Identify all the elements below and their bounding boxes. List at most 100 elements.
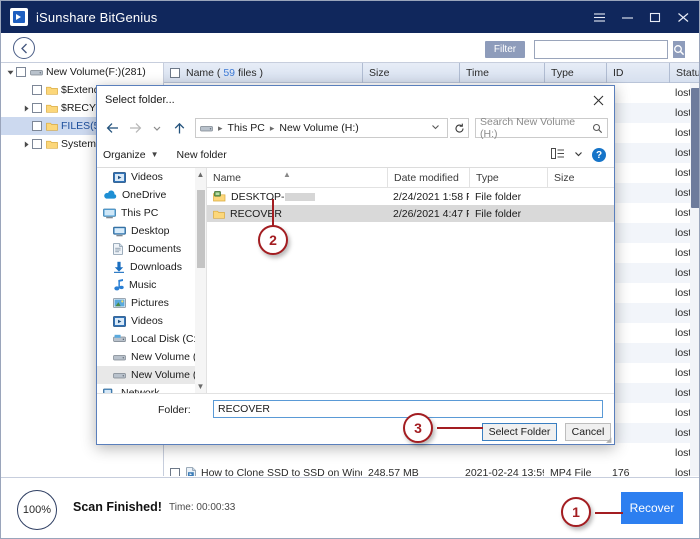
marker-2: 2 [258, 225, 288, 255]
drive-icon [30, 68, 43, 77]
breadcrumb-item-1[interactable]: New Volume (H:) [279, 122, 358, 134]
tree-item-checkbox[interactable] [32, 103, 42, 113]
nav-item-label: Local Disk (C:) [131, 333, 200, 345]
nav-item-2[interactable]: This PC [97, 204, 206, 222]
tree-item-checkbox[interactable] [32, 139, 42, 149]
scroll-down-icon[interactable]: ▼ [197, 382, 205, 391]
dialog-nav-pane: VideosOneDriveThis PCDesktopDocumentsDow… [97, 168, 207, 393]
close-icon[interactable] [669, 1, 697, 33]
documents-icon [113, 243, 123, 255]
onedrive-icon [103, 190, 117, 200]
table-row[interactable]: How to Clone SSD to SSD on Windows.mp424… [164, 463, 700, 476]
organize-menu[interactable]: Organize ▼ [103, 149, 159, 161]
video-file-icon [186, 467, 196, 476]
file-list-header: Name ▲ Date modified Type Size [207, 168, 615, 188]
chevron-down-icon[interactable] [147, 118, 167, 138]
breadcrumb-item-0[interactable]: This PC [228, 122, 265, 134]
table-row[interactable]: lost [164, 443, 700, 463]
column-header-type[interactable]: Type [544, 63, 606, 83]
tree-item-checkbox[interactable] [32, 121, 42, 131]
nav-item-5[interactable]: Downloads [97, 258, 206, 276]
search-input[interactable] [535, 41, 673, 58]
application-window: iSunshare BitGenius Filter [0, 0, 700, 539]
back-button[interactable] [13, 37, 35, 59]
tree-expander[interactable] [21, 121, 32, 132]
toolbar: Filter [1, 33, 700, 63]
file-list-row[interactable]: RECOVER2/26/2021 4:47 PMFile folder [207, 205, 615, 222]
chevron-down-icon: ▼ [151, 150, 159, 159]
nav-item-3[interactable]: Desktop [97, 222, 206, 240]
nav-pane-scrollbar[interactable]: ▲ ▼ [195, 168, 206, 393]
nav-item-9[interactable]: Local Disk (C:) [97, 330, 206, 348]
column-header-name[interactable]: Name ▲ [207, 168, 387, 188]
select-all-checkbox[interactable] [170, 68, 180, 78]
refresh-icon[interactable] [450, 118, 469, 138]
redacted-text [285, 193, 315, 201]
tree-item-label: New Volume(F:)(281) [46, 66, 146, 78]
cell-type: File folder [469, 208, 547, 220]
column-header-size[interactable]: Size [547, 168, 602, 188]
nav-pane-scrollbar-thumb[interactable] [197, 190, 205, 268]
search-icon[interactable] [673, 41, 685, 58]
column-header-id[interactable]: ID [606, 63, 669, 83]
resize-grip-icon[interactable]: ◢ [606, 437, 614, 445]
nav-item-1[interactable]: OneDrive [97, 186, 206, 204]
nav-item-12[interactable]: Network [97, 384, 206, 393]
tree-item-0[interactable]: New Volume(F:)(281) [1, 63, 163, 81]
nav-item-4[interactable]: Documents [97, 240, 206, 258]
downloads-icon [113, 261, 125, 273]
up-arrow-icon[interactable] [169, 118, 189, 138]
marker-3: 3 [403, 413, 433, 443]
dialog-search-box[interactable]: Search New Volume (H:) [475, 118, 608, 138]
nav-item-6[interactable]: Music [97, 276, 206, 294]
view-layout-icon[interactable] [551, 148, 565, 162]
column-header-size[interactable]: Size [362, 63, 459, 83]
column-header-date-modified[interactable]: Date modified [387, 168, 469, 188]
nav-item-0[interactable]: Videos [97, 168, 206, 186]
drive-icon [113, 371, 126, 380]
cell-date-modified: 2/26/2021 4:47 PM [387, 208, 469, 220]
cancel-button[interactable]: Cancel [565, 423, 611, 441]
filter-button[interactable]: Filter [485, 41, 525, 58]
scroll-up-icon[interactable]: ▲ [197, 170, 205, 179]
nav-item-11[interactable]: New Volume (H:) [97, 366, 206, 384]
documents-icon [113, 243, 123, 255]
nav-item-7[interactable]: Pictures [97, 294, 206, 312]
table-scrollbar-thumb[interactable] [691, 88, 700, 208]
column-header-type[interactable]: Type [469, 168, 547, 188]
minimize-icon[interactable] [613, 1, 641, 33]
help-button[interactable]: ? [592, 148, 606, 162]
tree-expander[interactable] [21, 139, 32, 150]
column-header-time[interactable]: Time [459, 63, 544, 83]
videos-icon [113, 316, 126, 327]
tree-item-checkbox[interactable] [32, 85, 42, 95]
column-header-name-label: Name [213, 172, 241, 184]
tree-expander[interactable] [21, 103, 32, 114]
tree-expander[interactable] [5, 67, 16, 78]
thispc-icon [103, 208, 116, 219]
cell-date-modified: 2/24/2021 1:58 PM [387, 191, 469, 203]
nav-item-8[interactable]: Videos [97, 312, 206, 330]
close-icon[interactable] [588, 90, 608, 110]
maximize-icon[interactable] [641, 1, 669, 33]
folder-icon [46, 121, 58, 131]
column-header-status[interactable]: Status [669, 63, 700, 83]
forward-arrow-icon[interactable] [125, 118, 145, 138]
back-arrow-icon [20, 43, 29, 54]
chevron-down-icon[interactable] [426, 122, 445, 134]
file-list-row[interactable]: DESKTOP-2/24/2021 1:58 PMFile folder [207, 188, 615, 205]
tree-expander[interactable] [21, 85, 32, 96]
column-header-name[interactable]: Name ( 59 files ) [164, 63, 362, 83]
back-arrow-icon[interactable] [103, 118, 123, 138]
table-scrollbar[interactable] [690, 83, 700, 476]
select-folder-button[interactable]: Select Folder [482, 423, 557, 441]
dialog-body: VideosOneDriveThis PCDesktopDocumentsDow… [97, 168, 615, 393]
menu-icon[interactable] [585, 1, 613, 33]
new-folder-button[interactable]: New folder [177, 149, 227, 161]
recover-button[interactable]: Recover [621, 492, 683, 524]
breadcrumb[interactable]: ▸ This PC ▸ New Volume (H:) [195, 118, 448, 138]
nav-item-10[interactable]: New Volume (F:) [97, 348, 206, 366]
tree-item-checkbox[interactable] [16, 67, 26, 77]
chevron-down-icon[interactable] [574, 149, 583, 161]
row-checkbox[interactable] [170, 468, 180, 476]
